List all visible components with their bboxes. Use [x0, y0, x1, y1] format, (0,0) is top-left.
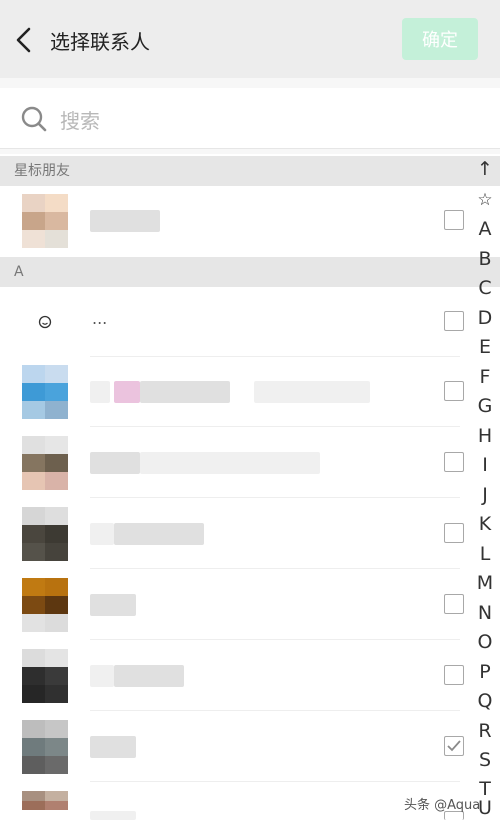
index-letter-b[interactable]: B	[470, 245, 500, 274]
contact-name-blurred	[254, 381, 370, 403]
avatar	[22, 436, 68, 490]
contact-name-blurred	[90, 452, 140, 474]
contact-name-blurred	[90, 381, 110, 403]
search-input[interactable]: 搜索	[0, 88, 500, 149]
back-arrow-icon[interactable]	[14, 26, 34, 54]
index-letter-s[interactable]: S	[470, 746, 500, 775]
contact-name-blurred	[90, 523, 114, 545]
contact-name-blurred	[90, 736, 136, 758]
index-top-arrow[interactable]: ↑	[470, 155, 500, 184]
contact-name-blurred	[114, 665, 184, 687]
select-checkbox-checked[interactable]	[444, 736, 464, 756]
row-divider	[90, 710, 460, 711]
avatar	[22, 649, 68, 703]
select-checkbox[interactable]	[444, 452, 464, 472]
select-checkbox[interactable]	[444, 665, 464, 685]
index-letter-d[interactable]: D	[470, 304, 500, 333]
index-letter-g[interactable]: G	[470, 392, 500, 421]
watermark: 头条 @Aqua	[404, 798, 481, 813]
contact-row[interactable]	[0, 570, 464, 640]
top-bar: 选择联系人 确定	[0, 0, 500, 78]
contact-row[interactable]	[0, 357, 464, 427]
index-letter-n[interactable]: N	[470, 599, 500, 628]
avatar	[22, 578, 68, 632]
row-divider	[90, 426, 460, 427]
contact-name-blurred	[140, 381, 230, 403]
search-area: 搜索	[0, 78, 500, 154]
section-header-a: A	[0, 257, 500, 287]
contact-name-blurred	[114, 523, 204, 545]
avatar	[22, 295, 68, 349]
search-icon	[21, 106, 47, 132]
contact-name-blurred	[90, 811, 136, 820]
index-letter-q[interactable]: Q	[470, 687, 500, 716]
avatar	[22, 791, 68, 820]
index-letter-f[interactable]: F	[470, 363, 500, 392]
contact-row[interactable]	[0, 186, 464, 256]
contact-row[interactable]	[0, 783, 464, 820]
avatar	[22, 365, 68, 419]
row-divider	[90, 781, 460, 782]
avatar	[22, 720, 68, 774]
select-checkbox[interactable]	[444, 594, 464, 614]
contact-row[interactable]	[0, 428, 464, 498]
index-letter-m[interactable]: M	[470, 569, 500, 598]
index-letter-p[interactable]: P	[470, 658, 500, 687]
index-letter-l[interactable]: L	[470, 540, 500, 569]
avatar	[22, 194, 68, 248]
avatar	[22, 507, 68, 561]
alphabet-index-bar[interactable]: ↑ ☆ A B C D E F G H I J K L M N O P Q R …	[470, 155, 500, 820]
index-letter-e[interactable]: E	[470, 333, 500, 362]
contact-name-blurred	[140, 452, 320, 474]
contact-name-blurred	[90, 210, 160, 232]
page-title: 选择联系人	[50, 30, 150, 54]
index-letter-i[interactable]: I	[470, 451, 500, 480]
section-header-starred: 星标朋友	[0, 156, 500, 186]
confirm-button[interactable]: 确定	[402, 18, 478, 60]
row-divider	[90, 568, 460, 569]
select-checkbox[interactable]	[444, 381, 464, 401]
contact-name-blurred	[90, 594, 136, 616]
index-letter-a[interactable]: A	[470, 215, 500, 244]
select-checkbox[interactable]	[444, 523, 464, 543]
select-checkbox[interactable]	[444, 210, 464, 230]
index-letter-k[interactable]: K	[470, 510, 500, 539]
index-letter-c[interactable]: C	[470, 274, 500, 303]
check-icon	[447, 740, 461, 752]
smiley-icon	[38, 315, 52, 329]
index-letter-r[interactable]: R	[470, 717, 500, 746]
contact-name-blurred	[90, 665, 114, 687]
contact-row[interactable]	[0, 712, 464, 782]
contact-row[interactable]: ...	[0, 287, 464, 357]
contact-name-blurred	[114, 381, 140, 403]
index-star[interactable]: ☆	[470, 186, 500, 215]
index-letter-h[interactable]: H	[470, 422, 500, 451]
contact-row[interactable]	[0, 499, 464, 569]
index-letter-o[interactable]: O	[470, 628, 500, 657]
contact-name: ...	[92, 309, 108, 328]
search-placeholder: 搜索	[60, 109, 100, 133]
row-divider	[90, 497, 460, 498]
select-checkbox[interactable]	[444, 311, 464, 331]
row-divider	[90, 639, 460, 640]
index-letter-j[interactable]: J	[470, 481, 500, 510]
contact-row[interactable]	[0, 641, 464, 711]
